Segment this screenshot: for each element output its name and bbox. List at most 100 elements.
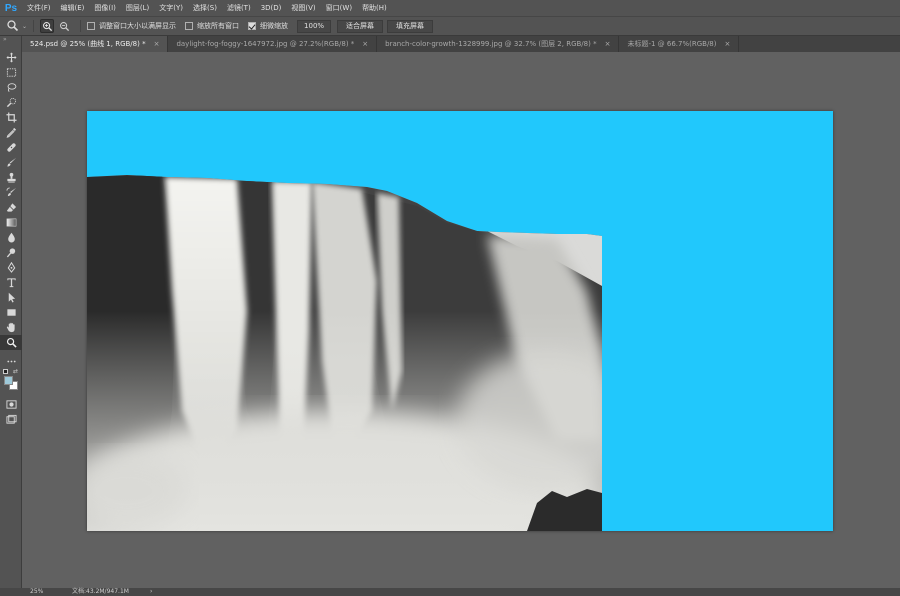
document-workspace[interactable]: [22, 52, 900, 588]
foreground-color-swatch[interactable]: [4, 376, 13, 385]
lasso-tool[interactable]: [0, 80, 22, 95]
crop-tool[interactable]: [0, 110, 22, 125]
rectangle-tool[interactable]: [0, 305, 22, 320]
stamp-icon: [6, 172, 16, 183]
menu-bar: Ps 文件(F) 编辑(E) 图像(I) 图层(L) 文字(Y) 选择(S) 滤…: [0, 0, 900, 16]
type-tool[interactable]: [0, 275, 22, 290]
tab-document-daylight-fog[interactable]: daylight-fog-foggy-1647972.jpg @ 27.2%(R…: [168, 36, 378, 52]
menu-edit[interactable]: 编辑(E): [56, 0, 90, 16]
menu-3d[interactable]: 3D(D): [256, 0, 287, 16]
lasso-icon: [7, 83, 16, 92]
blur-tool[interactable]: [0, 230, 22, 245]
crop-icon: [5, 112, 17, 123]
type-icon: [6, 278, 16, 288]
move-tool[interactable]: [0, 50, 22, 65]
checkbox-box[interactable]: [248, 22, 257, 30]
quick-selection-tool[interactable]: [0, 95, 22, 110]
tab-label: daylight-fog-foggy-1647972.jpg @ 27.2%(R…: [176, 40, 355, 48]
gradient-tool[interactable]: [0, 215, 22, 230]
menu-file[interactable]: 文件(F): [22, 0, 56, 16]
default-colors-icon[interactable]: [3, 369, 8, 374]
scrubby-zoom-label: 细微缩放: [260, 22, 289, 30]
tab-label: 524.psd @ 25% (曲线 1, RGB/8) *: [30, 40, 146, 48]
zoom-all-windows-label: 缩放所有窗口: [197, 22, 240, 30]
more-dots-icon: [6, 360, 16, 363]
document-canvas[interactable]: [87, 111, 833, 531]
scrubby-zoom-checkbox[interactable]: 细微缩放: [248, 21, 288, 31]
zoom-tool[interactable]: [0, 335, 22, 350]
divider: [33, 20, 35, 32]
resize-windows-label: 调整窗口大小以满屏显示: [99, 22, 177, 30]
eraser-tool[interactable]: [0, 200, 22, 215]
close-icon[interactable]: ×: [154, 40, 160, 48]
quick-mask-button[interactable]: [0, 397, 22, 412]
zoom-in-button[interactable]: [40, 19, 55, 33]
clone-stamp-tool[interactable]: [0, 170, 22, 185]
menu-filter[interactable]: 滤镜(T): [222, 0, 256, 16]
fit-screen-button[interactable]: 适合屏幕: [337, 19, 384, 33]
magnifier-icon: [6, 337, 17, 348]
brush-icon: [6, 157, 16, 167]
menu-help[interactable]: 帮助(H): [357, 0, 392, 16]
fill-screen-button[interactable]: 填充屏幕: [387, 19, 434, 33]
bandage-icon: [6, 143, 16, 152]
panel-collapse-icon[interactable]: »: [0, 36, 21, 50]
status-bar: 25% 文档:43.2M/947.1M ›: [0, 588, 900, 596]
menu-window[interactable]: 窗口(W): [321, 0, 357, 16]
options-bar: ⌄ 调整窗口大小以满屏显示 缩放所有窗口 细微缩放 100% 适合屏幕 填充屏幕: [0, 16, 900, 36]
hand-icon: [6, 322, 15, 333]
zoom-in-icon: [42, 21, 52, 31]
dodge-tool[interactable]: [0, 245, 22, 260]
screen-mode-icon: [5, 414, 17, 424]
checkbox-box[interactable]: [87, 22, 96, 30]
tab-label: 未标题-1 @ 66.7%(RGB/8): [627, 40, 717, 48]
hand-tool[interactable]: [0, 320, 22, 335]
color-swatches: ⇄: [0, 368, 22, 397]
water-drop-icon: [7, 232, 15, 243]
path-selection-tool[interactable]: [0, 290, 22, 305]
zoom-all-windows-checkbox[interactable]: 缩放所有窗口: [185, 21, 239, 31]
history-brush-tool[interactable]: [0, 185, 22, 200]
quick-mask-icon: [5, 400, 17, 409]
eyedropper-icon: [6, 127, 16, 138]
checkbox-box[interactable]: [185, 22, 194, 30]
tab-document-524[interactable]: 524.psd @ 25% (曲线 1, RGB/8) * ×: [22, 36, 169, 52]
close-icon[interactable]: ×: [362, 40, 368, 48]
marquee-tool[interactable]: [0, 65, 22, 80]
gradient-icon: [6, 218, 16, 227]
zoom-out-button[interactable]: [57, 19, 71, 33]
close-icon[interactable]: ×: [724, 40, 730, 48]
dodge-icon: [6, 248, 15, 258]
tab-label: branch-color-growth-1328999.jpg @ 32.7% …: [385, 40, 597, 48]
menu-select[interactable]: 选择(S): [188, 0, 222, 16]
chevron-down-icon[interactable]: ⌄: [22, 23, 27, 30]
swap-colors-icon[interactable]: ⇄: [13, 368, 18, 375]
menu-layer[interactable]: 图层(L): [121, 0, 154, 16]
tab-document-untitled[interactable]: 未标题-1 @ 66.7%(RGB/8) ×: [619, 36, 740, 52]
menu-type[interactable]: 文字(Y): [154, 0, 188, 16]
move-icon: [5, 52, 17, 63]
zoom-tool-preset-icon[interactable]: [6, 19, 20, 33]
eyedropper-tool[interactable]: [0, 125, 22, 140]
healing-brush-tool[interactable]: [0, 140, 22, 155]
divider: [80, 20, 82, 32]
tab-document-branch-color[interactable]: branch-color-growth-1328999.jpg @ 32.7% …: [377, 36, 620, 52]
status-document-size: 文档:43.2M/947.1M: [72, 588, 129, 595]
close-icon[interactable]: ×: [605, 40, 611, 48]
screen-mode-button[interactable]: [0, 412, 22, 427]
zoom-percent-field[interactable]: 100%: [297, 19, 332, 33]
zoom-out-icon: [59, 21, 69, 31]
menu-image[interactable]: 图像(I): [89, 0, 121, 16]
photoshop-logo[interactable]: Ps: [0, 0, 22, 16]
edit-toolbar-button[interactable]: [0, 354, 22, 369]
tools-panel: » ⇄: [0, 36, 22, 588]
status-menu-arrow-icon[interactable]: ›: [150, 588, 152, 596]
document-tabs: 524.psd @ 25% (曲线 1, RGB/8) * × daylight…: [22, 36, 900, 52]
status-zoom-value[interactable]: 25%: [30, 588, 43, 596]
arrow-cursor-icon: [8, 292, 15, 303]
pen-tool[interactable]: [0, 260, 22, 275]
menu-view[interactable]: 视图(V): [286, 0, 320, 16]
eraser-icon: [6, 203, 16, 212]
resize-windows-checkbox[interactable]: 调整窗口大小以满屏显示: [87, 21, 176, 31]
brush-tool[interactable]: [0, 155, 22, 170]
